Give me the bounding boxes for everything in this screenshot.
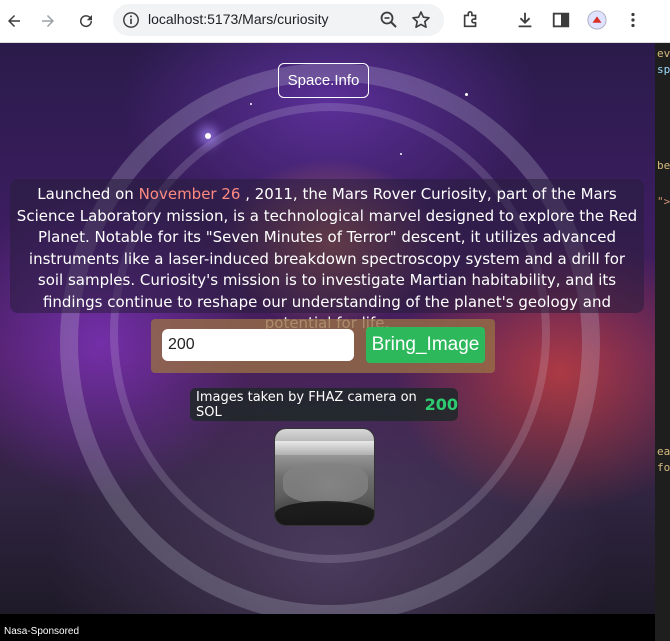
- download-icon[interactable]: [514, 9, 536, 31]
- browser-toolbar: localhost:5173/Mars/curiosity: [0, 0, 670, 43]
- background-star: [250, 103, 252, 105]
- background-star: [465, 93, 468, 96]
- extensions-icon[interactable]: [460, 9, 482, 31]
- footer-text: Nasa-Sponsored: [4, 626, 80, 637]
- thumbnail-sky: [275, 441, 374, 455]
- description-prefix: Launched on: [37, 185, 139, 203]
- zoom-icon[interactable]: [379, 10, 399, 30]
- devtools-snippet: ea: [657, 445, 670, 458]
- thumbnail-terrain: [283, 463, 368, 503]
- page-content: Space.Info Launched on November 26 , 201…: [0, 43, 655, 614]
- background-star: [400, 153, 402, 155]
- footer: Nasa-Sponsored: [0, 614, 655, 641]
- sol-search-panel: Bring_Image: [151, 319, 495, 373]
- sol-number: 200: [424, 395, 458, 414]
- devtools-snippet: spa: [657, 63, 670, 76]
- image-caption: Images taken by FHAZ camera on SOL 200: [190, 388, 458, 421]
- address-bar[interactable]: localhost:5173/Mars/curiosity: [113, 4, 444, 36]
- menu-kebab-icon[interactable]: [622, 9, 644, 31]
- devtools-snippet: ">: [657, 195, 670, 208]
- side-panel-icon[interactable]: [550, 9, 572, 31]
- bookmark-star-icon[interactable]: [411, 10, 431, 30]
- devtools-strip: eve spa be "> ea fo: [655, 43, 670, 641]
- address-url[interactable]: localhost:5173/Mars/curiosity: [148, 11, 329, 27]
- caption-text: Images taken by FHAZ camera on SOL: [196, 389, 417, 420]
- navbar-brand-link[interactable]: Space.Info: [278, 63, 369, 98]
- devtools-snippet: be: [657, 159, 670, 172]
- profile-avatar-icon[interactable]: [586, 9, 608, 31]
- reload-icon[interactable]: [72, 7, 100, 35]
- sol-input[interactable]: [162, 329, 354, 361]
- forward-icon[interactable]: [34, 7, 62, 35]
- launch-date: November 26: [138, 185, 241, 203]
- back-icon[interactable]: [0, 7, 28, 35]
- rover-description: Launched on November 26 , 2011, the Mars…: [10, 179, 644, 332]
- devtools-snippet: eve: [657, 47, 670, 60]
- description-text: , 2011, the Mars Rover Curiosity, part o…: [16, 185, 638, 332]
- devtools-snippet: fo: [657, 461, 670, 474]
- thumbnail-rover-shadow: [275, 501, 374, 525]
- site-info-icon[interactable]: [121, 10, 141, 30]
- rover-image-thumbnail[interactable]: [274, 428, 375, 526]
- background-star: [205, 133, 211, 139]
- bring-image-button[interactable]: Bring_Image: [366, 327, 485, 363]
